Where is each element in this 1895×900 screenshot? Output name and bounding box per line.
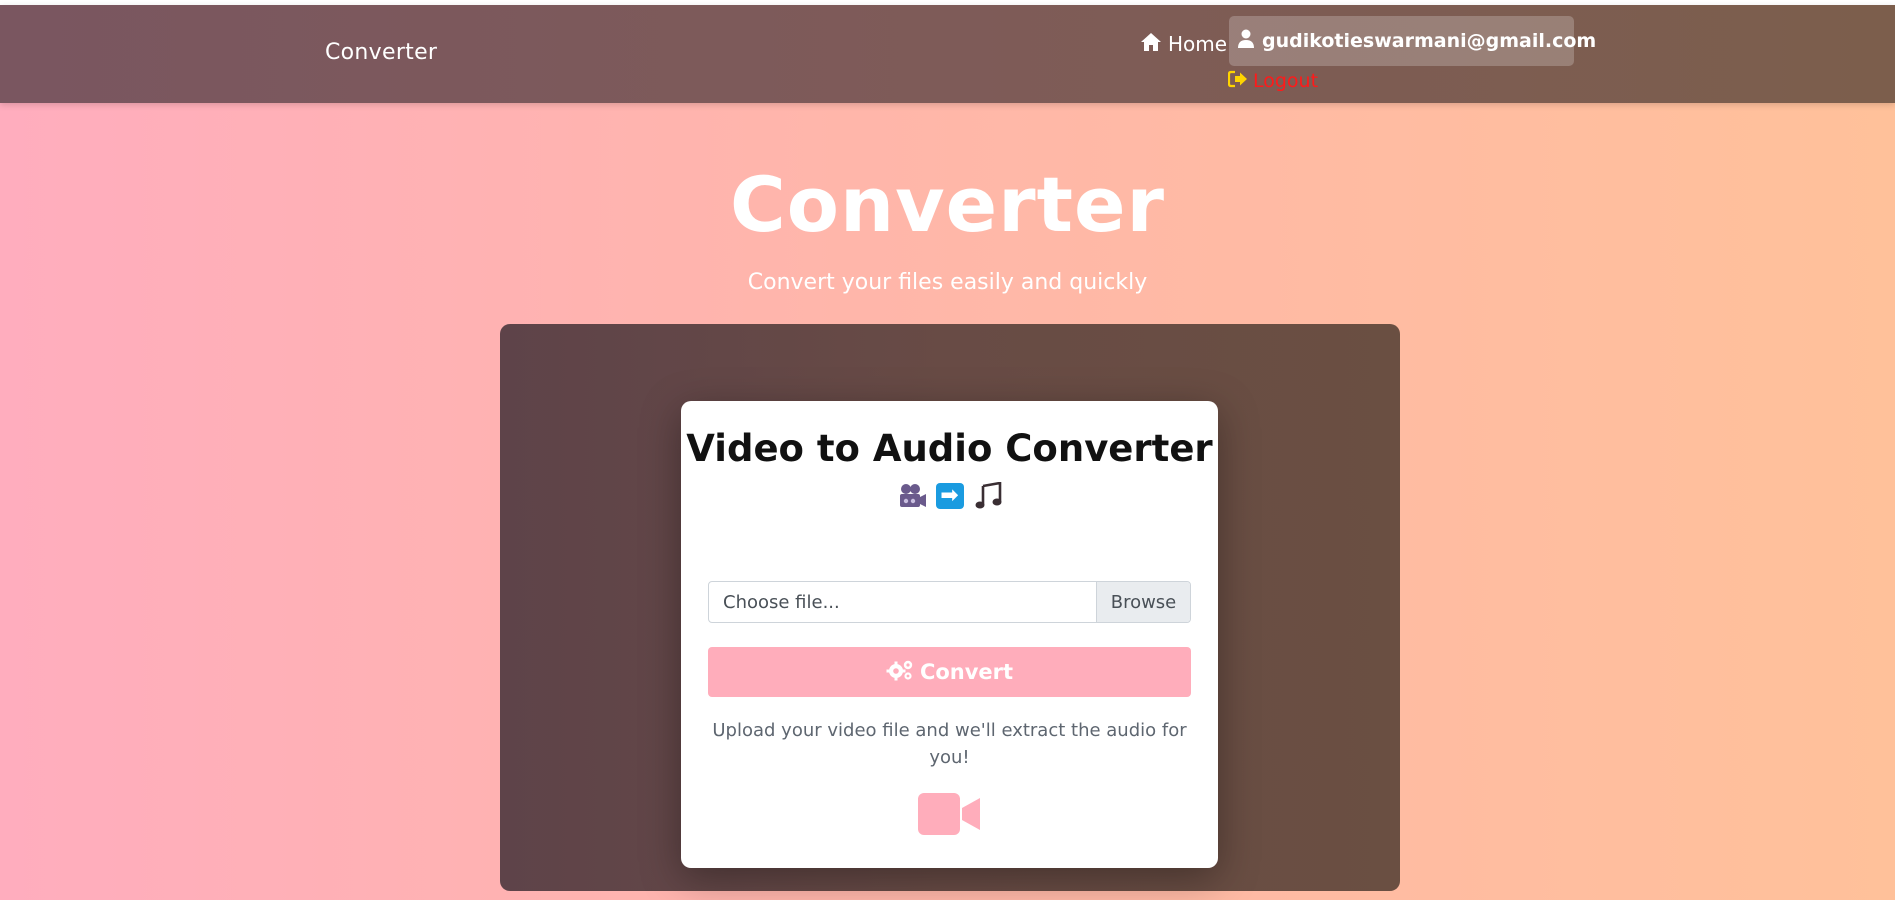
card-emoji-row: ➡: [681, 481, 1218, 511]
user-icon: [1238, 29, 1254, 54]
hero-title: Converter: [729, 160, 1165, 249]
help-text: Upload your video file and we'll extract…: [712, 720, 1187, 768]
nav-home-label: Home: [1168, 32, 1228, 56]
right-arrow-icon: ➡: [935, 481, 965, 511]
video-camera-icon: [918, 793, 980, 839]
navbar: Converter Home gudikotieswarmani@gmail.c…: [0, 5, 1895, 103]
nav-user-menu[interactable]: gudikotieswarmani@gmail.com: [1229, 16, 1596, 66]
file-input-placeholder[interactable]: Choose file...: [709, 582, 1096, 622]
navbar-brand[interactable]: Converter: [325, 40, 437, 65]
converter-card: Video to Audio Converter ➡ Choose file..…: [681, 401, 1218, 868]
sign-out-icon: [1227, 70, 1248, 93]
convert-button[interactable]: Convert: [708, 647, 1191, 697]
nav-logout-label: Logout: [1253, 70, 1319, 92]
right-arrow-glyph: ➡: [935, 483, 964, 509]
browse-button[interactable]: Browse: [1096, 582, 1190, 622]
file-input[interactable]: Choose file... Browse: [708, 581, 1191, 623]
nav-home-link[interactable]: Home: [1140, 29, 1227, 59]
card-title: Video to Audio Converter: [686, 427, 1213, 470]
movie-camera-icon: [897, 481, 927, 511]
home-icon: [1140, 32, 1162, 57]
hero-subtitle: Convert your files easily and quickly: [747, 270, 1148, 295]
nav-logout-link[interactable]: Logout: [1227, 69, 1319, 93]
cogs-icon: [886, 659, 914, 686]
musical-notes-icon: [973, 481, 1003, 511]
nav-user-email: gudikotieswarmani@gmail.com: [1262, 30, 1597, 52]
convert-button-label: Convert: [919, 660, 1014, 684]
